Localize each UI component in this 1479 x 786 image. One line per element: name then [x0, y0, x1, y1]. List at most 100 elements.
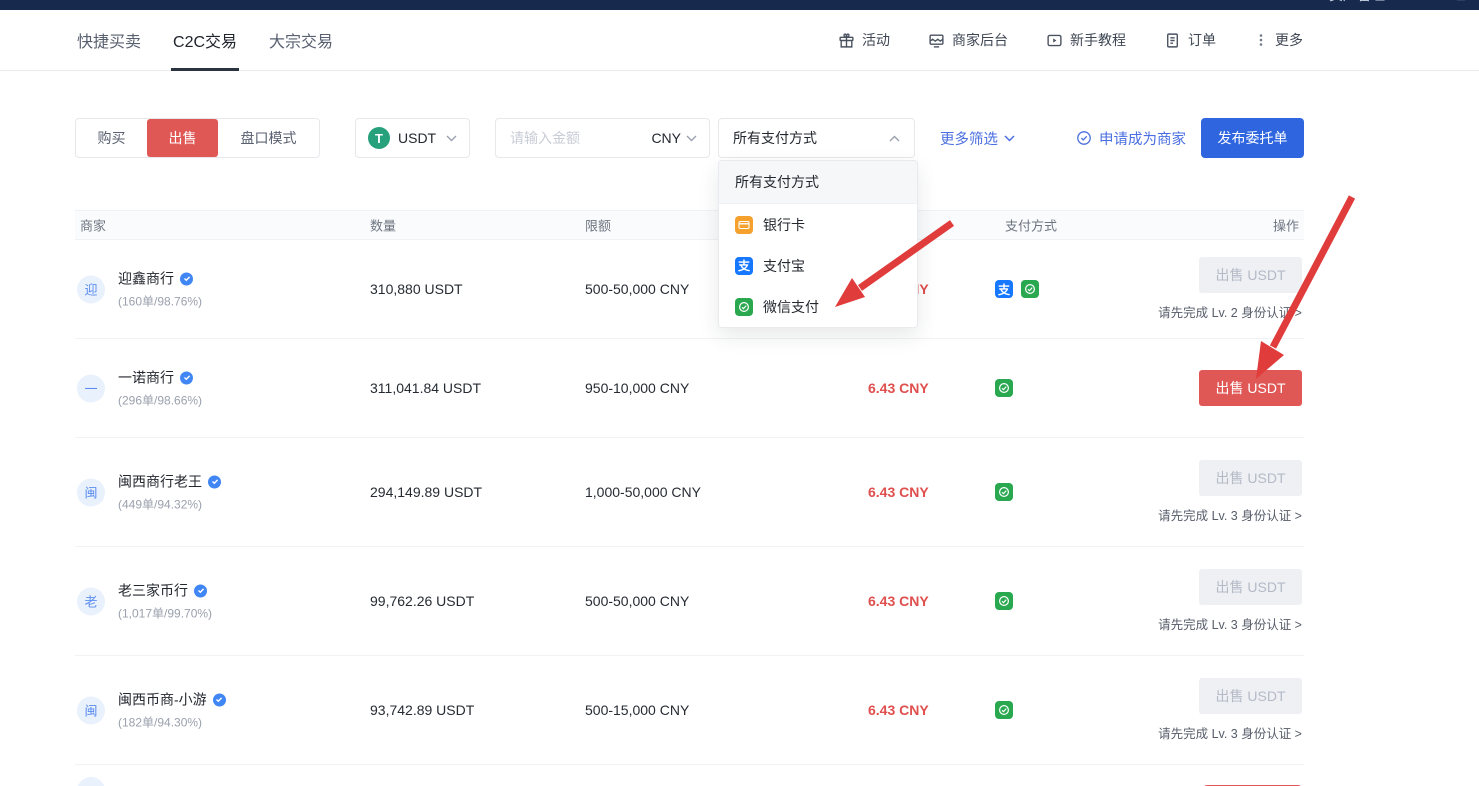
nav-more[interactable]: 更多	[226, 0, 254, 3]
dropdown-option-label: 银行卡	[763, 215, 805, 235]
merchant-stats: (182单/94.30%)	[118, 714, 226, 731]
wechat-pay-icon	[735, 298, 753, 316]
dropdown-option-alipay[interactable]: 支 支付宝	[719, 245, 917, 286]
avatar: 闽	[77, 478, 105, 506]
table-header: 商家 数量 限额 支付方式 操作	[75, 210, 1304, 240]
table-row-partial	[75, 765, 1304, 786]
merchant-name[interactable]: 老三家币行	[118, 581, 188, 601]
payment-icons	[995, 701, 1013, 719]
more-dots-icon	[1254, 32, 1268, 48]
wechat-pay-icon	[995, 592, 1013, 610]
sell-usdt-button[interactable]: 出售 USDT	[1199, 257, 1302, 293]
payment-method-select[interactable]: 所有支付方式	[718, 118, 915, 158]
user-icon[interactable]	[1411, 0, 1427, 5]
avatar: 闽	[77, 696, 105, 724]
sell-usdt-button[interactable]: 出售 USDT	[1199, 460, 1302, 496]
header-payment: 支付方式	[1005, 216, 1057, 235]
avatar: 老	[77, 587, 105, 615]
tab-quick-trade[interactable]: 快捷买卖	[75, 10, 143, 70]
apps-icon[interactable]	[1453, 0, 1469, 5]
nav-assets[interactable]: 资产管理	[1329, 0, 1385, 5]
dropdown-option-all[interactable]: 所有支付方式	[719, 161, 917, 204]
merchant-info[interactable]: 闽 闽西币商-小游 (182单/94.30%)	[77, 690, 226, 731]
payment-icons	[995, 592, 1013, 610]
chevron-down-icon	[686, 135, 697, 142]
avatar: 迎	[77, 275, 105, 303]
cert-required-link[interactable]: 请先完成 Lv. 3 身份认证 >	[1158, 505, 1302, 524]
price-value: 6.43 CNY	[868, 380, 929, 396]
dropdown-option-label: 微信支付	[763, 297, 819, 317]
coin-select-value: USDT	[398, 130, 438, 146]
quantity-value: 311,041.84 USDT	[370, 380, 481, 396]
cert-required-link[interactable]: 请先完成 Lv. 2 身份认证 >	[1158, 302, 1302, 321]
merchant-info[interactable]: 迎 迎鑫商行 (160单/98.76%)	[77, 269, 202, 310]
cert-required-link[interactable]: 请先完成 Lv. 3 身份认证 >	[1158, 723, 1302, 742]
dropdown-option-wechat-pay[interactable]: 微信支付	[719, 286, 917, 327]
limit-value: 500-50,000 CNY	[585, 593, 689, 609]
sell-usdt-button[interactable]: 出售 USDT	[1199, 678, 1302, 714]
merchant-info[interactable]: 一 一诺商行 (296单/98.66%)	[77, 368, 202, 409]
payment-icons	[995, 483, 1013, 501]
trade-side-toggle: 购买 出售 盘口模式	[75, 118, 320, 158]
more-filters-label: 更多筛选	[940, 128, 998, 149]
nav-beginner[interactable]: 新手专区	[128, 0, 184, 3]
menu-orders[interactable]: 订单	[1164, 30, 1216, 50]
publish-order-button[interactable]: 发布委托单	[1201, 118, 1304, 158]
quantity-value: 93,742.89 USDT	[370, 702, 474, 718]
action-cell: 出售 USDT 请先完成 Lv. 3 身份认证 >	[1158, 569, 1302, 633]
c2c-trading-page: 金融业务 新手专区 更多 资产管理 快捷买卖 C2C交易 大宗交易	[0, 0, 1479, 786]
check-badge-icon	[1076, 130, 1092, 146]
offers-table: 商家 数量 限额 支付方式 操作 迎 迎鑫商行 (160单/98.76%) 31…	[75, 210, 1304, 786]
menu-merchant-portal[interactable]: 商家后台	[928, 30, 1008, 50]
merchant-name[interactable]: 一诺商行	[118, 368, 174, 388]
limit-value: 500-50,000 CNY	[585, 281, 689, 297]
dropdown-option-bank-card[interactable]: 银行卡	[719, 204, 917, 245]
menu-more[interactable]: 更多	[1254, 30, 1303, 50]
sell-tab[interactable]: 出售	[147, 119, 218, 157]
payment-icons	[995, 379, 1013, 397]
menu-activity[interactable]: 活动	[838, 30, 890, 50]
table-row: 闽 闽西币商-小游 (182单/94.30%) 93,742.89 USDT 5…	[75, 656, 1304, 765]
header-merchant: 商家	[80, 216, 106, 235]
payment-method-select-value: 所有支付方式	[733, 128, 889, 148]
document-icon	[1164, 32, 1181, 49]
cert-required-link[interactable]: 请先完成 Lv. 3 身份认证 >	[1158, 614, 1302, 633]
merchant-stats: (160单/98.76%)	[118, 293, 202, 310]
currency-select[interactable]: CNY	[651, 130, 697, 146]
merchant-name[interactable]: 闽西商行老王	[118, 472, 202, 492]
monitor-icon	[928, 32, 945, 49]
menu-tutorial-label: 新手教程	[1070, 30, 1126, 50]
tether-icon: T	[368, 127, 390, 149]
action-cell: 出售 USDT 请先完成 Lv. 3 身份认证 >	[1158, 678, 1302, 742]
header-quantity: 数量	[370, 216, 396, 235]
quantity-value: 310,880 USDT	[370, 281, 463, 297]
verified-badge-icon	[180, 272, 193, 285]
wechat-pay-icon	[995, 701, 1013, 719]
buy-tab[interactable]: 购买	[76, 119, 147, 157]
apply-merchant-link[interactable]: 申请成为商家	[1076, 118, 1186, 158]
tab-block-trade[interactable]: 大宗交易	[267, 10, 335, 70]
menu-activity-label: 活动	[862, 30, 890, 50]
coin-select[interactable]: T USDT	[355, 118, 470, 158]
sell-usdt-button[interactable]: 出售 USDT	[1199, 370, 1302, 406]
merchant-name[interactable]: 迎鑫商行	[118, 269, 174, 289]
amount-filter: CNY	[495, 118, 710, 158]
amount-input[interactable]	[508, 129, 645, 147]
nav-finance[interactable]: 金融业务	[30, 0, 86, 3]
menu-tutorial[interactable]: 新手教程	[1046, 30, 1126, 50]
merchant-stats: (1,017单/99.70%)	[118, 605, 212, 622]
chevron-down-icon	[446, 135, 457, 142]
currency-select-value: CNY	[651, 130, 681, 146]
trade-mode-tabs: 快捷买卖 C2C交易 大宗交易	[75, 10, 335, 70]
price-value: 6.43 CNY	[868, 702, 929, 718]
merchant-info[interactable]: 老 老三家币行 (1,017单/99.70%)	[77, 581, 212, 622]
tab-c2c-trade[interactable]: C2C交易	[171, 10, 239, 70]
more-filters-link[interactable]: 更多筛选	[940, 118, 1015, 158]
merchant-info[interactable]: 闽 闽西商行老王 (449单/94.32%)	[77, 472, 221, 513]
limit-value: 1,000-50,000 CNY	[585, 484, 701, 500]
action-cell: 出售 USDT 请先完成 Lv. 3 身份认证 >	[1158, 460, 1302, 524]
sell-usdt-button[interactable]: 出售 USDT	[1199, 569, 1302, 605]
price-value: 6.43 CNY	[868, 593, 929, 609]
merchant-name[interactable]: 闽西币商-小游	[118, 690, 207, 710]
orderbook-mode-tab[interactable]: 盘口模式	[218, 119, 319, 157]
